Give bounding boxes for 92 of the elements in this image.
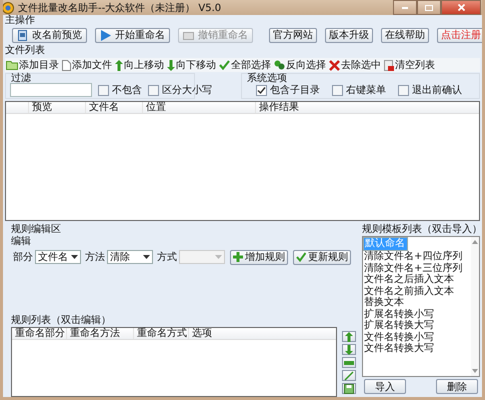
checkbox[interactable]	[148, 84, 159, 96]
template-item[interactable]: 文件名转换大写	[363, 343, 434, 354]
toolbar-button[interactable]: 添加文件	[61, 58, 114, 72]
move-down-button[interactable]	[342, 344, 356, 355]
checkbox-label: 区分大小写	[162, 84, 212, 97]
section-label: 编辑	[11, 236, 31, 248]
dropdown[interactable]: 清除	[107, 250, 153, 264]
close-button[interactable]	[441, 0, 481, 15]
plus-icon	[233, 252, 243, 262]
template-item[interactable]: 扩展名转换大写	[363, 320, 434, 332]
scroll-down-icon[interactable]	[472, 369, 478, 373]
edit-button[interactable]	[342, 370, 356, 381]
action-button[interactable]: 改名前预览	[12, 28, 87, 42]
maximize-button[interactable]	[417, 0, 441, 15]
toolbar-button[interactable]: 全部选择	[218, 58, 273, 72]
toolbar-button[interactable]: 去除选中	[328, 58, 383, 72]
checkbox[interactable]	[256, 84, 267, 96]
link-button[interactable]: 在线帮助	[381, 28, 429, 42]
link-button[interactable]: 官方网站	[269, 28, 317, 42]
template-item[interactable]: 扩展名转换小写	[363, 308, 434, 320]
rule-button[interactable]: 更新规则	[293, 250, 351, 264]
checkbox[interactable]	[398, 84, 409, 96]
toolbar-button[interactable]: 向上移动	[114, 58, 166, 72]
save-button[interactable]	[342, 383, 356, 394]
column-header[interactable]: 重命名部分	[12, 328, 67, 339]
checkbox-label: 退出前确认	[412, 84, 462, 97]
toolbar-button[interactable]: 添加目录	[5, 58, 61, 72]
pencil-icon	[344, 370, 354, 380]
template-item[interactable]: 替换文本	[363, 297, 404, 308]
checkbox-label: 不包含	[112, 84, 142, 97]
toolbar-button[interactable]: 向下移动	[166, 58, 218, 72]
scrollbar[interactable]	[471, 237, 479, 376]
dropdown-arrow-icon	[215, 255, 222, 259]
checkbox-label: 包含子目录	[270, 84, 320, 97]
template-item[interactable]: 清除文件名+四位序列	[363, 251, 462, 262]
column-header[interactable]: 操作结果	[256, 102, 479, 113]
field-label: 部分	[13, 250, 33, 264]
column-header[interactable]: 重命名方式	[134, 328, 189, 339]
folder-icon	[6, 60, 18, 70]
group-label: 系统选项	[247, 73, 287, 84]
save-icon	[344, 384, 354, 394]
action-button[interactable]: 开始重命名	[95, 28, 170, 42]
toolbar-button[interactable]: 清空列表	[383, 58, 437, 72]
file-icon	[62, 60, 71, 70]
minimize-button[interactable]	[393, 0, 417, 15]
section-label: 文件列表	[5, 45, 45, 57]
play-icon	[100, 30, 111, 40]
checkbox[interactable]	[332, 84, 343, 96]
section-label: 规则编辑区	[11, 224, 61, 236]
column-header[interactable]: 预览	[29, 102, 86, 113]
checkmark-icon	[219, 60, 230, 70]
column-header[interactable]: 选项	[189, 328, 336, 339]
filter-input[interactable]	[10, 83, 92, 97]
scroll-up-icon[interactable]	[472, 240, 478, 244]
template-item[interactable]: 文件名之后插入文本	[363, 274, 454, 286]
window-title: 文件批量改名助手--大众软件（未注册） V5.0	[18, 2, 222, 14]
group-label: 过滤	[11, 73, 31, 84]
link-button[interactable]: 版本升级	[325, 28, 373, 42]
section-label: 规则模板列表（双击导入）	[362, 224, 482, 236]
column-header[interactable]: 文件名	[86, 102, 143, 113]
close-icon	[458, 4, 464, 11]
rule-button[interactable]: 增加规则	[230, 250, 288, 264]
minus-icon	[344, 360, 354, 364]
field-label: 方式	[157, 250, 177, 264]
minimize-icon	[402, 6, 408, 8]
move-up-button[interactable]	[342, 331, 356, 342]
template-item[interactable]: 清除文件名+三位序列	[363, 262, 462, 274]
up-arrow-icon	[115, 60, 123, 70]
column-header[interactable]: 重命名方法	[67, 328, 134, 339]
cross-icon	[329, 60, 340, 70]
template-button[interactable]: 删除	[436, 379, 478, 394]
down-arrow-icon	[345, 344, 353, 354]
remove-button[interactable]	[342, 357, 356, 368]
section-label: 规则列表（双击编辑）	[11, 315, 111, 327]
template-button[interactable]: 导入	[364, 379, 406, 394]
dropdown-arrow-icon	[143, 255, 150, 259]
checkmark-icon	[296, 252, 306, 262]
maximize-icon	[425, 4, 433, 10]
section-label: 主操作	[5, 15, 35, 27]
template-item[interactable]: 文件名转换小写	[363, 332, 434, 343]
dropdown[interactable]: 文件名	[35, 250, 81, 264]
dropdown-arrow-icon	[71, 255, 78, 259]
checkbox-label: 右键菜单	[346, 84, 386, 97]
link-button[interactable]: 点击注册	[437, 28, 482, 42]
template-item[interactable]: 文件名之前插入文本	[363, 286, 454, 297]
app-icon	[3, 2, 14, 14]
checkbox[interactable]	[98, 84, 109, 96]
field-label: 方法	[85, 250, 105, 264]
column-header[interactable]: 位置	[143, 102, 256, 113]
down-arrow-icon	[167, 60, 175, 70]
up-arrow-icon	[345, 332, 353, 342]
toolbar-button[interactable]: 反向选择	[273, 58, 328, 72]
